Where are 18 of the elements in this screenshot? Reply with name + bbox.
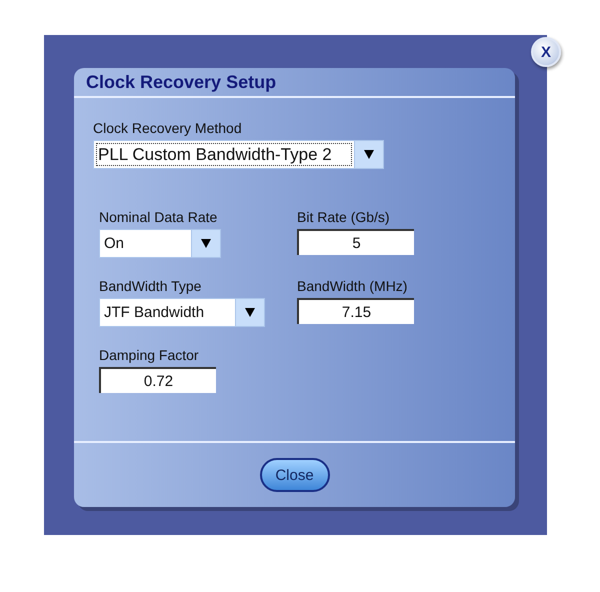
close-button[interactable]: X — [531, 37, 561, 67]
dropdown[interactable]: PLL Custom Bandwidth-Type 2 — [93, 140, 384, 169]
dropdown[interactable]: On — [99, 229, 221, 258]
field-label: BandWidth (MHz) — [297, 278, 408, 294]
input-field[interactable]: 5 — [297, 229, 414, 255]
caret-icon — [245, 308, 255, 317]
close-button[interactable]: Close — [260, 458, 330, 492]
field-label: Clock Recovery Method — [93, 120, 242, 136]
caret-icon — [201, 239, 211, 248]
field-label: Damping Factor — [99, 347, 199, 363]
input-field[interactable]: 0.72 — [99, 367, 216, 393]
field-label: BandWidth Type — [99, 278, 202, 294]
dropdown[interactable]: JTF Bandwidth — [99, 298, 265, 327]
caret-icon — [364, 150, 374, 159]
dialog-title: Clock Recovery Setup — [86, 72, 276, 92]
field-label: Bit Rate (Gb/s) — [297, 209, 390, 225]
field-label: Nominal Data Rate — [99, 209, 218, 225]
input-field[interactable]: 7.15 — [297, 298, 414, 324]
